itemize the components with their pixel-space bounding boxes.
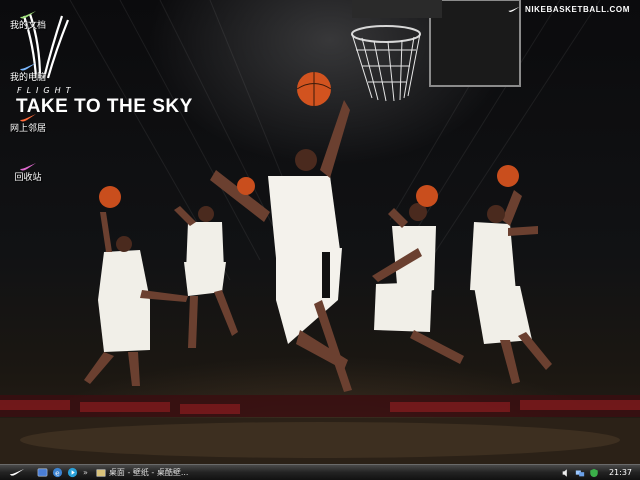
player-figures (84, 100, 552, 392)
nike-swoosh-icon (508, 6, 520, 12)
nike-swoosh-icon (20, 11, 36, 19)
desktop-icon-label: 网上邻居 (9, 124, 46, 134)
flight-wordmark: FLIGHT (17, 86, 76, 95)
network-icon[interactable] (575, 468, 585, 478)
clock[interactable]: 21:37 (609, 468, 632, 477)
antivirus-icon[interactable] (589, 468, 599, 478)
taskbar-window-label: 桌面 - 壁纸 - 桌酷壁... (108, 468, 189, 477)
brand-corner: NIKEBASKETBALL.COM (507, 5, 630, 14)
nike-swoosh-icon (20, 163, 36, 171)
window-icon (96, 468, 106, 477)
ie-icon: e (52, 467, 62, 477)
ie-launch-button[interactable]: e (50, 466, 64, 480)
tagline: TAKE TO THE SKY (16, 96, 193, 117)
speaker-icon[interactable] (561, 468, 571, 478)
hoop (351, 0, 521, 102)
brand-url: NIKEBASKETBALL.COM (524, 5, 630, 14)
desktop-icon-label: 我的电脑 (9, 73, 46, 83)
nike-swoosh-icon (9, 468, 25, 476)
start-button[interactable] (0, 465, 34, 480)
show-desktop-icon (37, 468, 47, 477)
taskbar-window-button[interactable]: 桌面 - 壁纸 - 桌酷壁... (96, 466, 189, 479)
desktop-icon-label: 我的文档 (9, 21, 46, 31)
show-desktop-button[interactable] (35, 466, 49, 480)
system-tray: 21:37 (561, 468, 640, 478)
nike-basketball-wallpaper (0, 0, 640, 464)
nike-swoosh-icon (20, 63, 36, 71)
desktop-icon-recycle-bin[interactable]: 回收站 (6, 162, 50, 184)
desktop-icon-my-documents[interactable]: 我的文档 (6, 10, 50, 32)
desktop: 我的文档 我的电脑 网上邻居 回收站 FLIGHT TAKE TO THE SK… (0, 0, 640, 464)
media-icon (67, 467, 77, 478)
svg-text:e: e (55, 468, 60, 477)
quick-launch-overflow[interactable]: » (83, 468, 88, 477)
taskbar: e » 桌面 - 壁纸 - 桌酷壁... 21:37 (0, 464, 640, 480)
media-launch-button[interactable] (65, 466, 79, 480)
desktop-icon-my-computer[interactable]: 我的电脑 (6, 62, 50, 84)
desktop-icon-label: 回收站 (14, 173, 42, 183)
